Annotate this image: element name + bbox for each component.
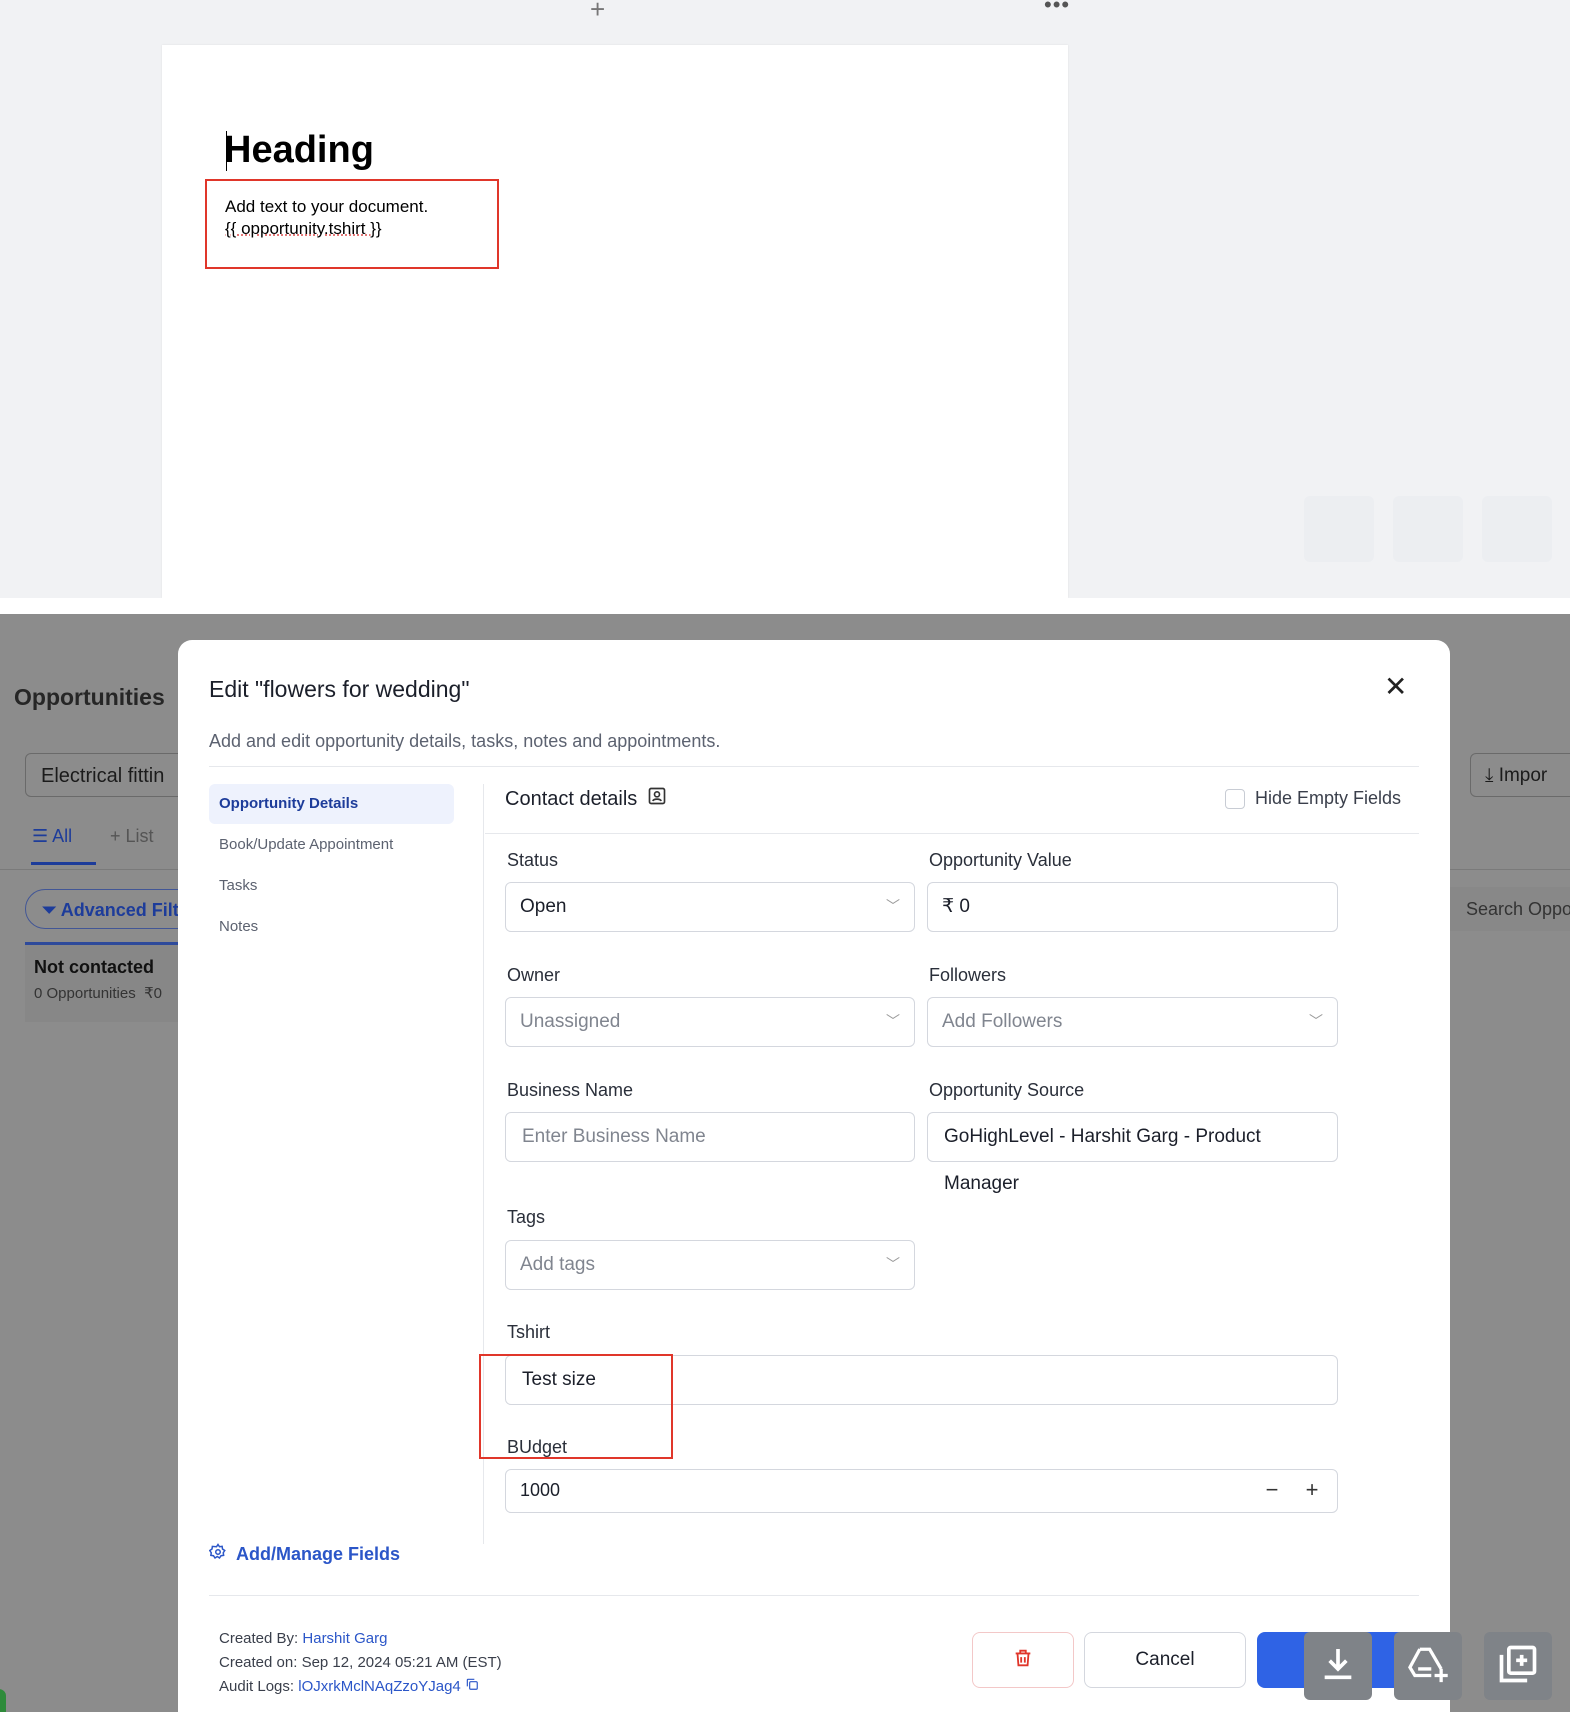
- add-manage-fields-label: Add/Manage Fields: [236, 1544, 401, 1564]
- sidebar-item-tasks[interactable]: Tasks: [209, 866, 454, 906]
- opportunity-value-input[interactable]: ₹ 0: [927, 882, 1338, 932]
- chevron-down-icon: ﹀: [886, 1013, 900, 1029]
- created-by-label: Created By:: [219, 1630, 299, 1647]
- add-box-icon: [1496, 1642, 1540, 1691]
- divider: [209, 766, 1419, 767]
- contact-details-label: Contact details: [505, 787, 638, 810]
- audit-logs-label: Audit Logs:: [219, 1678, 295, 1695]
- contact-card-icon[interactable]: [647, 786, 667, 812]
- import-label: Impor: [1498, 765, 1548, 786]
- created-on-row: Created on: Sep 12, 2024 05:21 AM (EST): [219, 1651, 502, 1675]
- modal-subtitle: Add and edit opportunity details, tasks,…: [209, 731, 721, 751]
- copy-icon[interactable]: [465, 1678, 479, 1695]
- highlight-box: [205, 179, 499, 269]
- document-heading[interactable]: Heading: [224, 129, 374, 172]
- owner-value: Unassigned: [520, 1011, 621, 1032]
- created-by-link[interactable]: Harshit Garg: [302, 1630, 387, 1647]
- chevron-down-icon: ﹀: [886, 898, 900, 914]
- tags-select[interactable]: Add tags ﹀: [505, 1240, 915, 1290]
- checkbox[interactable]: [1225, 788, 1245, 809]
- plus-icon[interactable]: +: [1297, 1476, 1327, 1504]
- tab-all-label: All: [52, 826, 73, 846]
- modal-title: Edit "flowers for wedding": [209, 676, 470, 702]
- document-page[interactable]: Heading Add text to your document. {{ op…: [162, 45, 1068, 598]
- business-name-input[interactable]: Enter Business Name: [505, 1112, 915, 1162]
- status-value: Open: [520, 896, 567, 917]
- tab-all[interactable]: ☰ All: [32, 826, 72, 847]
- business-name-label: Business Name: [507, 1080, 634, 1100]
- status-indicator: [0, 1689, 6, 1712]
- close-icon[interactable]: ✕: [1384, 673, 1407, 701]
- budget-stepper[interactable]: 1000 − +: [505, 1469, 1338, 1513]
- contact-details-heading[interactable]: Contact details: [505, 786, 667, 812]
- record-meta: Created By: Harshit Garg Created on: Sep…: [219, 1627, 502, 1699]
- trash-icon: [1012, 1647, 1034, 1674]
- chevron-down-icon: ﹀: [1309, 1013, 1323, 1029]
- drive-add-icon: [1405, 1643, 1451, 1690]
- advanced-filters-label: Advanced Filt: [60, 900, 179, 920]
- plus-icon[interactable]: +: [590, 0, 605, 25]
- add-to-drive-button[interactable]: [1394, 1632, 1462, 1700]
- owner-label: Owner: [507, 965, 561, 985]
- faint-toolbar-button: [1393, 496, 1463, 562]
- tab-add-list[interactable]: + List: [110, 826, 154, 847]
- tab-list-label: List: [125, 826, 154, 846]
- sidebar-item-notes[interactable]: Notes: [209, 907, 454, 947]
- hide-empty-fields-toggle[interactable]: Hide Empty Fields: [1225, 788, 1401, 809]
- cancel-button[interactable]: Cancel: [1084, 1632, 1246, 1688]
- opportunity-value-label: Opportunity Value: [929, 850, 1072, 870]
- modal-sidebar: Opportunity Details Book/Update Appointm…: [209, 784, 454, 948]
- status-select[interactable]: Open ﹀: [505, 882, 915, 932]
- ellipsis-icon[interactable]: •••: [1044, 0, 1070, 18]
- chevron-down-icon: ﹀: [886, 1256, 900, 1272]
- stage-count: 0 Opportunities: [34, 985, 136, 1002]
- faint-toolbar-button: [1304, 496, 1374, 562]
- gear-icon: [208, 1543, 227, 1566]
- delete-button[interactable]: [972, 1632, 1074, 1688]
- divider: [485, 833, 1419, 834]
- download-button[interactable]: [1304, 1632, 1372, 1700]
- faint-toolbar-button: [1482, 496, 1552, 562]
- filter-icon: ⏷: [42, 900, 61, 920]
- plus-icon: +: [110, 826, 126, 846]
- audit-logs-link[interactable]: lOJxrkMclNAqZzoYJag4: [298, 1678, 461, 1695]
- sidebar-item-book-appointment[interactable]: Book/Update Appointment: [209, 825, 454, 865]
- list-icon: ☰: [32, 826, 53, 846]
- document-editor: + ••• Heading Add text to your document.…: [0, 0, 1570, 598]
- tags-placeholder: Add tags: [520, 1254, 595, 1275]
- followers-placeholder: Add Followers: [942, 1011, 1063, 1032]
- add-manage-fields-link[interactable]: Add/Manage Fields: [208, 1543, 401, 1566]
- opportunities-app: Opportunities Electrical fittin ☰ All + …: [0, 614, 1570, 1712]
- audit-logs-row: Audit Logs: lOJxrkMclNAqZzoYJag4: [219, 1675, 502, 1699]
- hide-empty-fields-label: Hide Empty Fields: [1255, 788, 1402, 808]
- opportunity-source-label: Opportunity Source: [929, 1080, 1085, 1100]
- owner-select[interactable]: Unassigned ﹀: [505, 997, 915, 1047]
- page-title: Opportunities: [14, 684, 165, 710]
- download-icon: [1318, 1644, 1358, 1689]
- active-tab-indicator: [31, 862, 96, 865]
- created-on-label: Created on:: [219, 1654, 298, 1671]
- followers-select[interactable]: Add Followers ﹀: [927, 997, 1338, 1047]
- divider: [209, 1595, 1419, 1596]
- tags-label: Tags: [507, 1207, 546, 1227]
- opportunity-source-input[interactable]: GoHighLevel - Harshit Garg - Product Man…: [927, 1112, 1338, 1194]
- minus-icon[interactable]: −: [1257, 1476, 1287, 1504]
- download-icon: ⤓: [1485, 765, 1499, 786]
- budget-label: BUdget: [507, 1437, 568, 1457]
- screenshot-divider: [0, 598, 1570, 614]
- add-page-button[interactable]: [1484, 1632, 1552, 1700]
- followers-label: Followers: [929, 965, 1007, 985]
- sidebar-item-opportunity-details[interactable]: Opportunity Details: [209, 784, 454, 824]
- stage-value: ₹0: [144, 985, 162, 1002]
- created-on-value: Sep 12, 2024 05:21 AM (EST): [301, 1654, 502, 1671]
- tshirt-label: Tshirt: [507, 1322, 551, 1342]
- import-button[interactable]: ⤓ Impor: [1470, 753, 1570, 797]
- edit-opportunity-modal: Edit "flowers for wedding" ✕ Add and edi…: [178, 640, 1450, 1712]
- created-by-row: Created By: Harshit Garg: [219, 1627, 502, 1651]
- search-input[interactable]: Search Oppo: [1450, 887, 1570, 931]
- status-label: Status: [507, 850, 559, 870]
- budget-value: 1000: [520, 1480, 561, 1500]
